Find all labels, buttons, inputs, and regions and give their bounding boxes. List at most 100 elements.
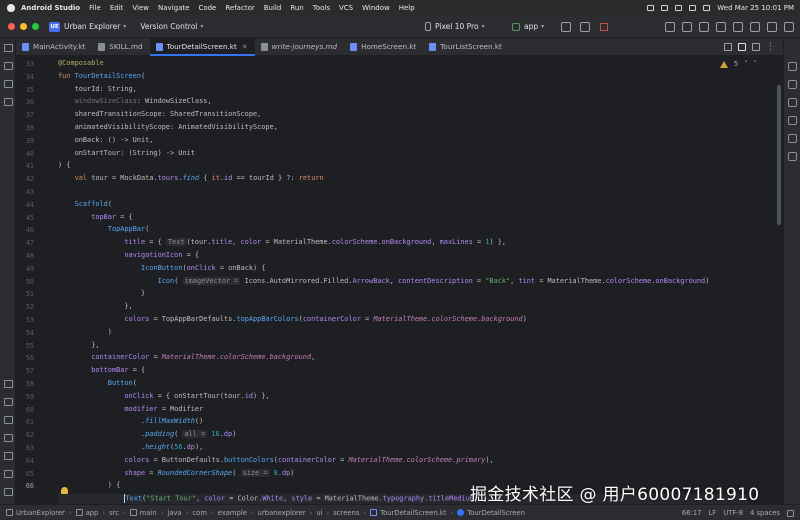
sdk-manager-icon[interactable] [682,22,692,32]
device-manager-icon[interactable] [665,22,675,32]
problems-icon[interactable] [4,470,13,478]
line-number: 53 [25,316,34,324]
code-line: ) [58,327,112,336]
menu-help[interactable]: Help [399,4,415,12]
terminal-icon[interactable] [4,452,13,460]
line-separator[interactable]: LF [709,509,717,517]
menu-edit[interactable]: Edit [110,4,124,12]
toolbar-right-actions [665,16,794,38]
breadcrumb-item[interactable]: UrbanExplorer [16,509,65,517]
gemini-icon[interactable] [788,134,797,143]
code-editor[interactable]: 33 34 35 36 37 38 39 40 41 42 43 44 45 46 47 48 49 50 51 52… [16,57,783,504]
tab-skill[interactable]: SKILL.md [92,38,149,55]
structure-tool-icon[interactable] [4,98,13,106]
device-explorer-icon[interactable] [788,152,797,161]
android-icon [512,22,520,31]
run-config-selector[interactable]: app ▾ [512,22,544,31]
breadcrumb-item[interactable]: java [167,509,181,517]
kotlin-file-icon [429,42,437,51]
tab-homescreen[interactable]: HomeScreen.kt [344,38,423,55]
menu-view[interactable]: View [132,4,149,12]
breadcrumb-item[interactable]: TourDetailScreen [467,509,525,517]
menu-window[interactable]: Window [362,4,390,12]
lock-icon[interactable] [787,509,794,517]
design-view-icon[interactable] [752,43,760,51]
menu-code[interactable]: Code [198,4,216,12]
device-selector[interactable]: Pixel 10 Pro ▾ [425,22,485,31]
menu-build[interactable]: Build [264,4,282,12]
project-selector[interactable]: UE Urban Explorer ▾ [39,21,126,32]
build-tool-icon[interactable] [4,398,13,406]
minimize-window-button[interactable] [20,23,27,30]
run-tool-icon[interactable] [4,380,13,388]
split-view-icon[interactable] [738,43,746,51]
code-content[interactable]: @Composable fun TourDetailScreen( tourId… [58,57,758,504]
cursor-position[interactable]: 66:17 [682,509,702,517]
commit-tool-icon[interactable] [4,62,13,70]
status-bar: UrbanExplorer › app › src › main › java › com… [0,504,800,520]
tab-write-journeys[interactable]: write-journeys.md [255,38,344,55]
breadcrumb-item[interactable]: TourDetailScreen.kt [380,509,446,517]
logcat-icon[interactable] [4,434,13,442]
menu-navigate[interactable]: Navigate [158,4,189,12]
breadcrumb-item[interactable]: com [192,509,207,517]
menu-file[interactable]: File [89,4,101,12]
stop-icon[interactable] [600,23,608,31]
search-everywhere-icon[interactable] [767,22,777,32]
breadcrumb-item[interactable]: urbanexplorer [258,509,306,517]
file-encoding[interactable]: UTF-8 [723,509,743,517]
status-icon-a[interactable] [647,5,655,11]
app-inspection-icon[interactable] [4,416,13,424]
menu-tools[interactable]: Tools [313,4,330,12]
zoom-window-button[interactable] [32,23,39,30]
code-view-icon[interactable] [724,43,732,51]
device-manager-side-icon[interactable] [788,98,797,107]
settings-icon[interactable] [784,22,794,32]
project-tool-icon[interactable] [4,44,13,52]
kotlin-file-icon [155,42,163,51]
code-line: Scaffold( [74,199,112,208]
running-devices-icon[interactable] [788,116,797,125]
gradle-icon[interactable] [788,80,797,89]
menu-vcs[interactable]: VCS [339,4,353,12]
breadcrumb-item[interactable]: src [109,509,119,517]
sync-icon[interactable] [699,22,709,32]
tab-label: TourDetailScreen.kt [166,42,237,51]
menu-app-name[interactable]: Android Studio [21,4,80,12]
breadcrumb-item[interactable]: ui [316,509,322,517]
menu-run[interactable]: Run [290,4,303,12]
window-controls [8,23,39,30]
close-tab-icon[interactable]: ✕ [242,43,248,51]
plugin-icon[interactable] [716,22,726,32]
editor-scrollbar[interactable] [777,85,781,225]
tab-label: SKILL.md [109,42,143,51]
control-center-icon[interactable] [703,5,711,11]
editor-view-tools: ⋮ [724,38,775,56]
account-icon[interactable] [750,22,760,32]
breadcrumb-item[interactable]: app [86,509,99,517]
apply-changes-icon[interactable] [580,22,590,32]
kotlin-file-icon [350,42,358,51]
close-window-button[interactable] [8,23,15,30]
tab-tourlistscreen[interactable]: TourListScreen.kt [423,38,509,55]
tab-mainactivity[interactable]: MainActivity.kt [16,38,92,55]
version-control-icon[interactable] [4,488,13,496]
search-icon[interactable] [689,5,697,11]
breadcrumb-item[interactable]: main [140,509,157,517]
vcs-selector[interactable]: Version Control ▾ [140,22,203,31]
module-icon [6,509,13,516]
indent-setting[interactable]: 4 spaces [750,509,780,517]
notifications-icon[interactable] [788,62,797,71]
profile-icon[interactable] [733,22,743,32]
apple-icon[interactable] [7,4,15,12]
tab-tourdetailscreen[interactable]: TourDetailScreen.kt ✕ [149,38,255,56]
more-options-icon[interactable]: ⋮ [766,43,775,52]
menu-refactor[interactable]: Refactor [225,4,254,12]
breadcrumb-item[interactable]: screens [333,509,359,517]
breadcrumb-item[interactable]: example [218,509,247,517]
wifi-icon[interactable] [675,5,683,11]
status-icon-b[interactable] [661,5,669,11]
menu-clock[interactable]: Wed Mar 25 10:01 PM [717,4,794,12]
rerun-icon[interactable] [561,22,571,32]
resource-manager-icon[interactable] [4,80,13,88]
